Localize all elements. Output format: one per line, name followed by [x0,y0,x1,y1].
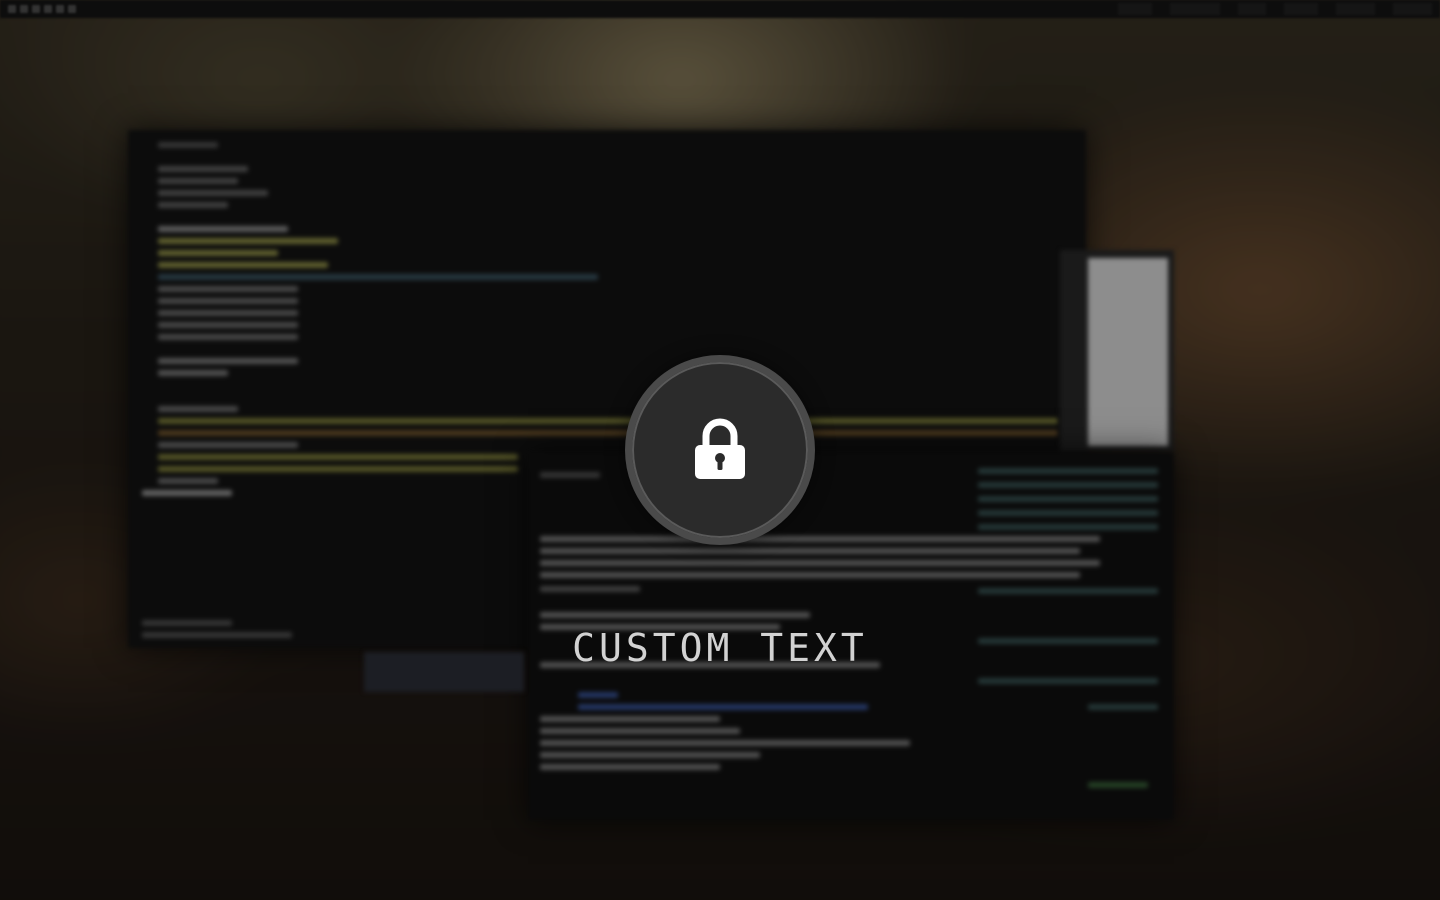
workspace-indicators [8,5,76,13]
status-chip [1335,3,1375,15]
workspace-dot [44,5,52,13]
status-chip [1169,3,1220,15]
workspace-dot [56,5,64,13]
workspace-dot [68,5,76,13]
workspace-dot [32,5,40,13]
blurred-top-bar [0,0,1440,18]
workspace-dot [8,5,16,13]
status-chip [1392,3,1432,15]
status-chip [1118,3,1152,15]
status-chip [1284,3,1318,15]
status-indicators [1118,3,1432,15]
lock-indicator-ring [625,355,815,545]
lock-screen-message: CUSTOM TEXT [572,626,868,670]
dialog-panel [1088,258,1168,446]
blurred-dialog-window [1060,250,1174,452]
lock-screen: CUSTOM TEXT [0,0,1440,900]
workspace-dot [20,5,28,13]
lock-icon [695,418,745,479]
status-chip [1237,3,1267,15]
